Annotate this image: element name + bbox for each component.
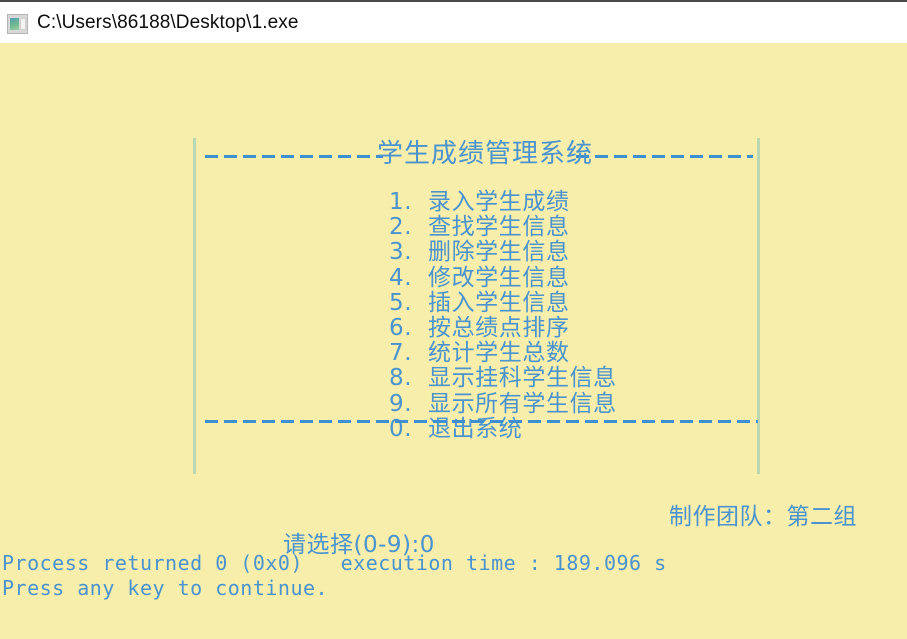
console-application-window: C:\Users\86188\Desktop\1.exe 学生成绩管理系统 1.… <box>0 0 907 639</box>
menu-title-rule-left <box>205 155 383 158</box>
menu-item-6-key: 6. <box>389 315 413 342</box>
title-bar: C:\Users\86188\Desktop\1.exe <box>0 0 907 43</box>
menu-item-3-label: 删除学生信息 <box>427 239 570 266</box>
menu-item-6-label: 按总绩点排序 <box>427 315 570 342</box>
menu-item-list: 1. 录入学生成绩 2. 查找学生信息 3. 删除学生信息 4. 修改学生信息 … <box>389 189 617 442</box>
menu-item-3-key: 3. <box>389 239 413 266</box>
menu-item-5-key: 5. <box>389 289 413 316</box>
menu-item-3[interactable]: 3. 删除学生信息 <box>389 240 617 265</box>
menu-item-6[interactable]: 6. 按总绩点排序 <box>389 315 617 342</box>
press-any-key-text: Press any key to continue. <box>2 576 329 600</box>
menu-item-5[interactable]: 5. 插入学生信息 <box>389 289 617 316</box>
menu-title-rule-right <box>576 155 753 158</box>
menu-frame: 学生成绩管理系统 1. 录入学生成绩 2. 查找学生信息 3. 删除学生信息 4… <box>193 138 760 474</box>
menu-item-2[interactable]: 2. 查找学生信息 <box>389 215 617 240</box>
menu-item-8-key: 8. <box>389 365 413 392</box>
icon-pane-left <box>10 17 19 30</box>
menu-item-4-key: 4. <box>389 264 413 291</box>
menu-item-8[interactable]: 8. 显示挂科学生信息 <box>389 366 617 391</box>
team-credit-text: 制作团队：第二组 <box>669 504 857 530</box>
menu-item-1[interactable]: 1. 录入学生成绩 <box>389 189 617 215</box>
menu-item-9-label: 显示所有学生信息 <box>427 390 617 417</box>
window-title: C:\Users\86188\Desktop\1.exe <box>37 11 299 33</box>
icon-pane-right <box>20 17 26 30</box>
console-window-icon <box>7 13 28 34</box>
menu-item-1-label: 录入学生成绩 <box>427 189 570 215</box>
menu-item-7[interactable]: 7. 统计学生总数 <box>389 341 617 366</box>
menu-item-9-key: 9. <box>389 390 413 417</box>
console-output-area[interactable]: 学生成绩管理系统 1. 录入学生成绩 2. 查找学生信息 3. 删除学生信息 4… <box>0 43 907 639</box>
menu-item-2-key: 2. <box>389 214 413 241</box>
menu-item-8-label: 显示挂科学生信息 <box>427 365 617 392</box>
menu-item-4[interactable]: 4. 修改学生信息 <box>389 264 617 291</box>
menu-item-7-key: 7. <box>389 340 413 367</box>
menu-item-5-label: 插入学生信息 <box>427 289 570 316</box>
menu-frame-right-border <box>757 138 760 474</box>
menu-item-1-key: 1. <box>389 189 413 215</box>
menu-item-7-label: 统计学生总数 <box>427 340 570 367</box>
menu-item-2-label: 查找学生信息 <box>427 214 570 241</box>
process-returned-text: Process returned 0 (0x0) execution time … <box>2 551 667 575</box>
menu-item-9[interactable]: 9. 显示所有学生信息 <box>389 390 617 417</box>
menu-item-4-label: 修改学生信息 <box>427 264 570 291</box>
menu-bottom-rule <box>205 420 758 423</box>
menu-frame-left-border <box>193 138 196 474</box>
menu-title: 学生成绩管理系统 <box>377 139 594 169</box>
